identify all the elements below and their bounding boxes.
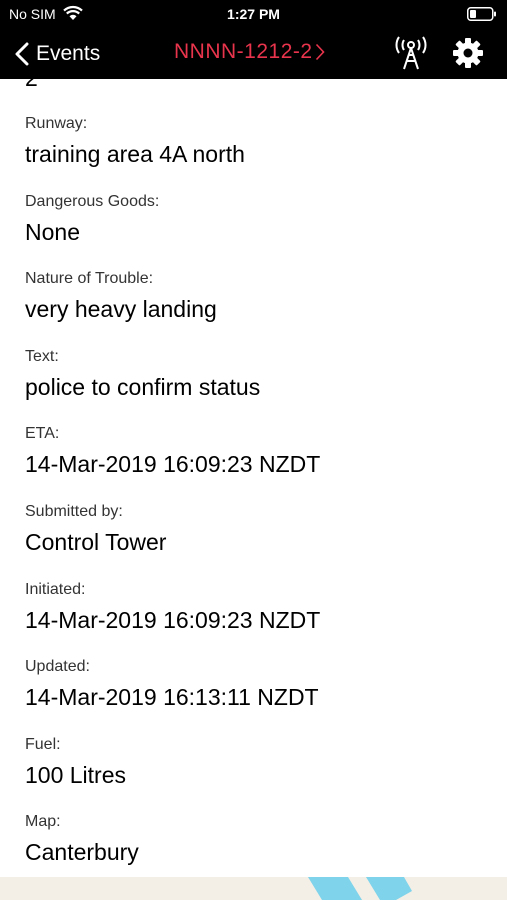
event-title-button[interactable]: NNNN-1212-2: [174, 40, 325, 64]
field-value: 14-Mar-2019 16:09:23 NZDT: [25, 451, 321, 478]
field-value: Canterbury: [25, 839, 139, 866]
map-water-shape: [308, 877, 412, 900]
detail-field: Nature of Trouble: very heavy landing: [25, 268, 495, 346]
field-label: Initiated:: [25, 580, 86, 598]
detail-field: Text: police to confirm status: [25, 346, 495, 424]
partially-hidden-value: 2: [25, 79, 38, 92]
detail-field: Runway: training area 4A north: [25, 113, 495, 191]
title-chevron-icon: [315, 43, 325, 61]
detail-fields: Runway: training area 4A north Dangerous G…: [25, 113, 495, 877]
field-value: 100 Litres: [25, 761, 127, 788]
field-value: 14-Mar-2019 16:13:11 NZDT: [25, 684, 319, 711]
field-value: police to confirm status: [25, 373, 261, 400]
field-value: Control Tower: [25, 528, 167, 555]
map-preview[interactable]: [0, 877, 507, 900]
field-label: Map:: [25, 813, 61, 831]
field-label: Text:: [25, 347, 59, 365]
battery-icon: [467, 7, 496, 21]
detail-field: Fuel: 100 Litres: [25, 734, 495, 812]
field-label: Submitted by:: [25, 502, 123, 520]
status-bar: No SIM 1:27 PM: [0, 0, 507, 30]
detail-field: ETA: 14-Mar-2019 16:09:23 NZDT: [25, 423, 495, 501]
gear-icon[interactable]: [452, 37, 484, 69]
field-label: ETA:: [25, 425, 60, 443]
field-value: very heavy landing: [25, 296, 217, 323]
navigation-bar: Events NNNN-1212-2: [0, 30, 507, 79]
field-label: Updated:: [25, 658, 90, 676]
event-title: NNNN-1212-2: [174, 40, 313, 63]
back-label: Events: [36, 42, 101, 65]
status-time: 1:27 PM: [227, 6, 280, 22]
field-value: None: [25, 218, 80, 245]
event-details[interactable]: 2 Runway: training area 4A north Dangerous…: [0, 79, 507, 877]
antenna-icon[interactable]: [393, 36, 429, 70]
field-label: Runway:: [25, 115, 88, 132]
field-label: Dangerous Goods:: [25, 192, 160, 210]
detail-field: Submitted by: Control Tower: [25, 501, 495, 579]
field-label: Fuel:: [25, 735, 61, 753]
field-value: training area 4A north: [25, 141, 245, 167]
detail-field: Dangerous Goods: None: [25, 191, 495, 269]
back-chevron-icon: [15, 42, 29, 66]
detail-field: Initiated: 14-Mar-2019 16:09:23 NZDT: [25, 579, 495, 657]
back-button[interactable]: Events: [14, 38, 100, 70]
field-label: Nature of Trouble:: [25, 270, 154, 288]
field-value: 14-Mar-2019 16:09:23 NZDT: [25, 606, 321, 633]
top-bar: No SIM 1:27 PM Events NNNN-1212-2: [0, 0, 507, 79]
detail-field: Updated: 14-Mar-2019 16:13:11 NZDT: [25, 656, 495, 734]
detail-field: Map: Canterbury: [25, 811, 495, 877]
